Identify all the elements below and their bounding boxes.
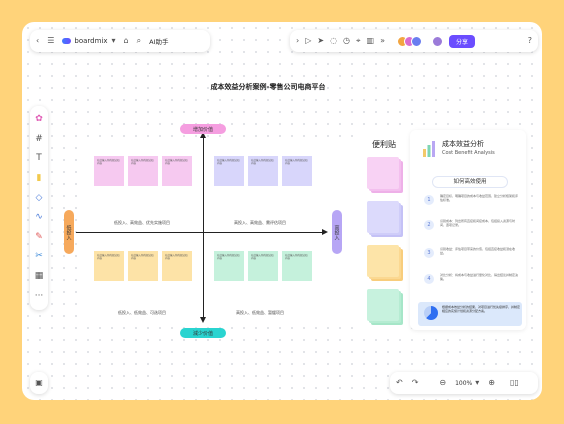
avatar [411,35,423,47]
step-text: 识别成本：列出所有直接和间接成本，包括投入资源与时间，逐项记录。 [440,219,516,227]
chevron-down-icon[interactable]: ▾ [112,37,116,45]
step-number: 3 [424,248,434,258]
sticky-note[interactable]: 在此输入你的想法和内容 [214,251,244,281]
search-icon[interactable]: ⌕ [137,37,141,45]
sticky-note[interactable]: 在此输入你的想法和内容 [128,251,158,281]
shape-icon[interactable]: ◇ [36,193,43,203]
step-item: 4 对比分析：将成本与收益进行量化对比，得出结论并制定决策。 [424,273,520,288]
library-icon[interactable]: ▥ [367,37,375,45]
connector-icon[interactable]: ∿ [35,213,43,222]
collaborator-avatars[interactable] [397,35,423,47]
mindmap-icon[interactable]: ✂ [35,252,43,261]
redo-icon[interactable]: ↷ [412,379,419,387]
step-item: 2 识别成本：列出所有直接和间接成本，包括投入资源与时间，逐项记录。 [424,219,520,234]
timer-icon[interactable]: ◷ [343,37,350,45]
more-icon[interactable]: ··· [35,291,44,301]
bottom-right-toolbar: ↶ ↷ ⊖ 100% ▾ ⊕ ▯▯ [390,372,538,394]
step-text: 对比分析：将成本与收益进行量化对比，得出结论并制定决策。 [440,273,519,281]
howto-heading: 如何高效使用 [432,176,508,188]
sticky-note[interactable]: 在此输入你的想法和内容 [128,156,158,186]
user-avatar[interactable] [432,35,444,47]
axis-label-left[interactable]: 低投入 [64,210,74,254]
quadrant-label-top-right: 高投入、高效益、需评估项目 [234,220,286,225]
step-text: 确定目标，明确项目的成本与收益范围，建立分析框架和评估标准。 [440,194,519,202]
pink-sticky-stack[interactable] [367,157,399,189]
quadrant-label-bottom-right: 高投入、低效益、暂缓项目 [236,310,284,315]
bar-chart-icon [423,141,435,157]
cba-title: 成本效益分析 [442,140,484,148]
share-button[interactable]: 分享 [449,34,476,48]
purple-sticky-stack[interactable] [367,201,399,233]
sticky-note-icon[interactable]: ▮ [37,174,42,183]
horizontal-axis [76,232,324,233]
quadrant-label-top-left: 低投入、高效益、优先实施项目 [114,220,170,225]
sticky-note[interactable]: 在此输入你的想法和内容 [248,251,278,281]
sticky-note[interactable]: 在此输入你的想法和内容 [162,251,192,281]
axis-arrow-right [322,229,328,235]
minimap-icon: ▣ [35,378,43,387]
step-number: 2 [424,220,434,230]
tag-icon[interactable]: ⌂ [124,37,129,45]
back-icon[interactable]: ‹ [36,37,39,45]
top-right-toolbar: › ▷ ➤ ◌ ◷ ⌖ ▥ » 分享 ? [290,30,538,52]
undo-icon[interactable]: ↶ [396,379,403,387]
chevron-down-icon[interactable]: ▾ [475,379,479,387]
axis-label-bottom[interactable]: 減少价值 [180,328,226,338]
axis-label-top[interactable]: 增加价值 [180,124,226,134]
comment-icon[interactable]: ◌ [330,37,337,45]
vote-icon[interactable]: ⌖ [356,37,361,45]
sticky-note[interactable]: 在此输入你的想法和内容 [282,156,312,186]
board-title: 成本效益分析案例-零售公司电商平台 [210,83,326,91]
table-icon[interactable]: ▦ [35,272,44,281]
help-icon[interactable]: ? [528,37,532,45]
step-number: 1 [424,195,434,205]
axis-arrow-down [200,317,206,323]
frame-icon[interactable]: # [35,134,43,144]
ai-assistant-button[interactable]: AI助手 [149,36,168,46]
sticky-note[interactable]: 在此输入你的想法和内容 [94,156,124,186]
sticky-note[interactable]: 在此输入你的想法和内容 [214,156,244,186]
zoom-out-icon[interactable]: ⊖ [439,379,446,387]
more-chevron-icon[interactable]: » [380,37,385,45]
cursor-icon[interactable]: ➤ [317,37,324,45]
minimap-button[interactable]: ▣ [30,372,48,394]
play-icon[interactable]: ▷ [305,37,311,45]
summary-text: 根据成本效益分析的结果，对项目进行优先级排序，并制定相应的实施计划和资源分配方案… [442,305,521,314]
step-text: 识别收益：评估项目带来的价值，包括直接收益和潜在收益。 [440,247,516,255]
vertical-axis [203,132,204,320]
chevron-right-icon[interactable]: › [296,37,299,45]
sticky-note[interactable]: 在此输入你的想法和内容 [162,156,192,186]
sticky-panel-title: 便利贴 [372,140,396,149]
pie-chart-icon [424,306,438,320]
step-item: 1 确定目标，明确项目的成本与收益范围，建立分析框架和评估标准。 [424,194,520,209]
zoom-in-icon[interactable]: ⊕ [488,379,495,387]
quadrant-label-bottom-left: 低投入、低效益、可选项目 [118,310,166,315]
menu-icon[interactable]: ☰ [47,37,54,45]
color-palette-icon[interactable]: ✿ [35,115,43,124]
top-left-toolbar: ‹ ☰ boardmix ▾ ⌂ ⌕ AI助手 [30,30,210,52]
text-icon[interactable]: T [36,154,42,163]
axis-label-right[interactable]: 高投入 [332,210,342,254]
zoom-level[interactable]: 100% [455,380,472,387]
pen-icon[interactable]: ✎ [35,232,43,242]
boardmix-logo-icon [62,38,72,44]
sticky-note[interactable]: 在此输入你的想法和内容 [248,156,278,186]
left-tool-sidebar: ✿ # T ▮ ◇ ∿ ✎ ✂ ▦ ··· [30,106,48,310]
sticky-note[interactable]: 在此输入你的想法和内容 [282,251,312,281]
cba-subtitle: Cost Benefit Analysis [442,150,495,156]
green-sticky-stack[interactable] [367,289,399,321]
sticky-note[interactable]: 在此输入你的想法和内容 [94,251,124,281]
brand-name[interactable]: boardmix [74,37,107,45]
yellow-sticky-stack[interactable] [367,245,399,277]
book-icon[interactable]: ▯▯ [510,379,519,387]
step-item: 3 识别收益：评估项目带来的价值，包括直接收益和潜在收益。 [424,247,520,262]
step-number: 4 [424,274,434,284]
